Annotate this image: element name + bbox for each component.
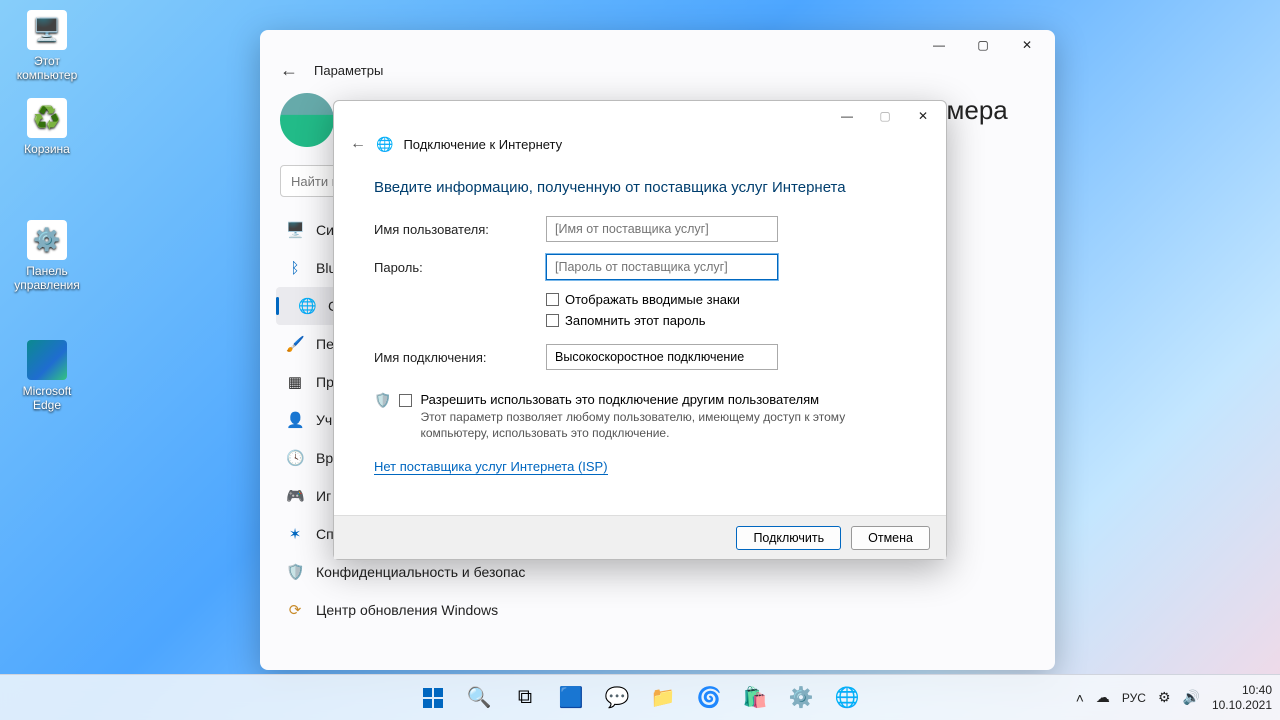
show-chars-checkbox[interactable] <box>546 293 559 306</box>
nav-label: Иг <box>316 488 331 504</box>
username-label: Имя пользователя: <box>374 222 546 237</box>
dialog-back-button[interactable]: ← <box>350 135 366 153</box>
task-view-icon: ⧉ <box>518 686 532 709</box>
network-taskbar-button[interactable]: 🌐 <box>827 678 867 718</box>
system-icon: 🖥️ <box>286 221 304 239</box>
dialog-maximize-button: ▢ <box>866 103 904 129</box>
tray-chevron-up-icon[interactable]: ˄ <box>1076 690 1084 706</box>
nav-label: Си <box>316 222 334 238</box>
dialog-minimize-button[interactable]: — <box>828 103 866 129</box>
onedrive-icon[interactable]: ☁ <box>1096 689 1110 706</box>
chat-button[interactable]: 💬 <box>597 678 637 718</box>
widgets-icon: 🟦 <box>559 685 584 710</box>
explorer-button[interactable]: 📁 <box>643 678 683 718</box>
settings-minimize-button[interactable]: — <box>917 31 961 59</box>
windows-icon <box>423 688 443 708</box>
taskbar-search-button[interactable]: 🔍 <box>459 678 499 718</box>
search-placeholder: Найти п <box>291 174 339 189</box>
connection-name-label: Имя подключения: <box>374 350 546 365</box>
store-button[interactable]: 🛍️ <box>735 678 775 718</box>
chat-icon: 💬 <box>605 685 630 710</box>
dialog-titlebar: — ▢ ✕ <box>334 101 946 131</box>
no-isp-link[interactable]: Нет поставщика услуг Интернета (ISP) <box>374 459 608 475</box>
password-input[interactable] <box>546 254 778 280</box>
edge-icon: 🌀 <box>697 685 722 710</box>
globe-icon: 🌐 <box>376 136 393 153</box>
network-icon: 🌐 <box>298 297 316 315</box>
accounts-icon: 👤 <box>286 411 304 429</box>
nav-label: Центр обновления Windows <box>316 602 498 618</box>
settings-titlebar: — ▢ ✕ <box>260 30 1055 60</box>
nav-windows-update[interactable]: ⟳ Центр обновления Windows <box>276 591 566 629</box>
brush-icon: 🖌️ <box>286 335 304 353</box>
desktop-icon-label: Microsoft Edge <box>12 384 82 412</box>
taskbar: 🔍 ⧉ 🟦 💬 📁 🌀 🛍️ ⚙️ 🌐 ˄ ☁ РУС ⚙ 🔊 10:40 10… <box>0 674 1280 720</box>
apps-icon: ▦ <box>286 373 304 391</box>
privacy-icon: 🛡️ <box>286 563 304 581</box>
dialog-title: Подключение к Интернету <box>403 137 562 152</box>
settings-taskbar-button[interactable]: ⚙️ <box>781 678 821 718</box>
nav-label: Конфиденциальность и безопас <box>316 564 525 580</box>
gear-icon: ⚙️ <box>789 685 814 710</box>
accessibility-icon: ✶ <box>286 525 304 543</box>
folder-icon: 📁 <box>651 685 676 710</box>
allow-other-users-checkbox[interactable] <box>399 394 412 407</box>
language-indicator[interactable]: РУС <box>1122 691 1146 705</box>
internet-connection-dialog: — ▢ ✕ ← 🌐 Подключение к Интернету Введит… <box>333 100 947 560</box>
nav-label: Пр <box>316 374 334 390</box>
settings-maximize-button[interactable]: ▢ <box>961 31 1005 59</box>
user-avatar[interactable] <box>280 93 334 147</box>
nav-label: Пе <box>316 336 334 352</box>
allow-other-users-description: Этот параметр позволяет любому пользоват… <box>420 409 906 441</box>
clock-date: 10.10.2021 <box>1212 698 1272 712</box>
show-chars-label: Отображать вводимые знаки <box>565 292 740 307</box>
desktop-icon-label: Этот компьютер <box>12 54 82 82</box>
control-panel-icon: ⚙️ <box>27 220 67 260</box>
password-label: Пароль: <box>374 260 546 275</box>
pc-icon: 🖥️ <box>27 10 67 50</box>
nav-label: Уч <box>316 412 332 428</box>
wifi-icon[interactable]: ⚙ <box>1158 689 1171 706</box>
search-icon: 🔍 <box>467 685 492 710</box>
dialog-close-button[interactable]: ✕ <box>904 103 942 129</box>
desktop-icon-label: Панель управления <box>12 264 82 292</box>
update-icon: ⟳ <box>286 601 304 619</box>
edge-button[interactable]: 🌀 <box>689 678 729 718</box>
desktop-icon-label: Корзина <box>12 142 82 156</box>
connect-button[interactable]: Подключить <box>736 526 841 550</box>
desktop-icon-recycle-bin[interactable]: ♻️ Корзина <box>12 98 82 156</box>
bluetooth-icon: ᛒ <box>286 260 304 277</box>
desktop-icon-control-panel[interactable]: ⚙️ Панель управления <box>12 220 82 292</box>
desktop-icon-edge[interactable]: Microsoft Edge <box>12 340 82 412</box>
desktop-icon-this-pc[interactable]: 🖥️ Этот компьютер <box>12 10 82 82</box>
remember-password-label: Запомнить этот пароль <box>565 313 706 328</box>
task-view-button[interactable]: ⧉ <box>505 678 545 718</box>
store-icon: 🛍️ <box>743 685 768 710</box>
connection-name-input[interactable] <box>546 344 778 370</box>
nav-label: Вр <box>316 450 333 466</box>
recycle-bin-icon: ♻️ <box>27 98 67 138</box>
taskbar-clock[interactable]: 10:40 10.10.2021 <box>1212 683 1272 712</box>
settings-back-button[interactable]: ← <box>280 60 298 81</box>
cancel-button[interactable]: Отмена <box>851 526 930 550</box>
allow-other-users-label: Разрешить использовать это подключение д… <box>420 392 906 407</box>
dialog-instruction: Введите информацию, полученную от постав… <box>374 179 906 196</box>
edge-icon <box>27 340 67 380</box>
globe-icon: 🌐 <box>835 685 860 710</box>
gaming-icon: 🎮 <box>286 487 304 505</box>
widgets-button[interactable]: 🟦 <box>551 678 591 718</box>
settings-close-button[interactable]: ✕ <box>1005 31 1049 59</box>
clock-time: 10:40 <box>1212 683 1272 697</box>
shield-icon: 🛡️ <box>374 392 391 441</box>
username-input[interactable] <box>546 216 778 242</box>
time-icon: 🕓 <box>286 449 304 467</box>
settings-title: Параметры <box>314 63 383 78</box>
remember-password-checkbox[interactable] <box>546 314 559 327</box>
volume-icon[interactable]: 🔊 <box>1183 689 1200 706</box>
start-button[interactable] <box>413 678 453 718</box>
